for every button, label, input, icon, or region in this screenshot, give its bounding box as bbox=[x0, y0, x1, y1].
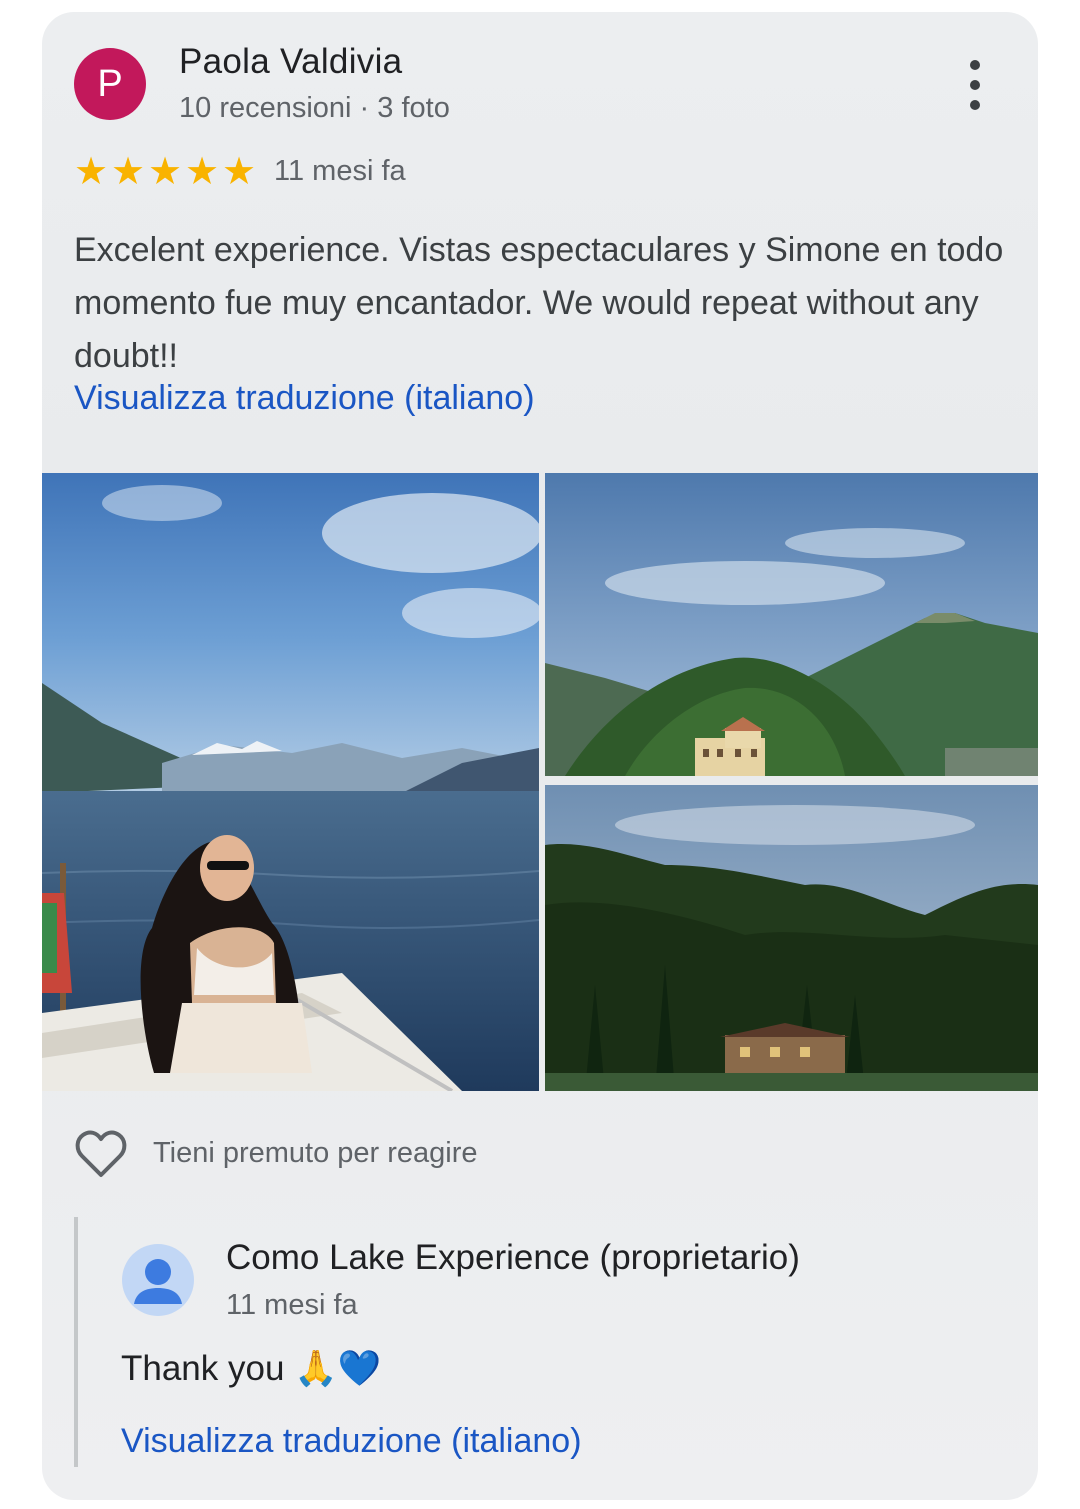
translate-reply-link[interactable]: Visualizza traduzione (italiano) bbox=[121, 1422, 582, 1461]
react-hint[interactable]: Tieni premuto per reagire bbox=[153, 1137, 478, 1170]
review-time: 11 mesi fa bbox=[274, 155, 406, 187]
star-icon: ★ bbox=[222, 151, 257, 193]
reviewer-avatar-letter: P bbox=[97, 62, 123, 105]
star-icon: ★ bbox=[148, 151, 183, 193]
star-rating: ★ ★ ★ ★ ★ bbox=[74, 152, 259, 192]
reviewer-name[interactable]: Paola Valdivia bbox=[179, 42, 402, 82]
review-text: Excelent experience. Vistas espectacular… bbox=[74, 231, 1004, 375]
photo-grid bbox=[42, 473, 1038, 1091]
review-photo-forest[interactable] bbox=[545, 785, 1038, 1091]
review-photo-villa[interactable] bbox=[545, 473, 1038, 776]
owner-avatar[interactable] bbox=[122, 1244, 194, 1316]
reply-divider bbox=[74, 1217, 78, 1467]
star-icon: ★ bbox=[74, 151, 109, 193]
person-icon bbox=[134, 1259, 182, 1304]
reviewer-avatar[interactable]: P bbox=[74, 48, 146, 120]
star-icon: ★ bbox=[111, 151, 146, 193]
review-card: P Paola Valdivia 10 recensioni · 3 foto … bbox=[42, 12, 1038, 1500]
reviewer-meta: 10 recensioni · 3 foto bbox=[179, 92, 450, 124]
more-options-icon[interactable] bbox=[960, 60, 990, 110]
owner-reply-time: 11 mesi fa bbox=[226, 1289, 358, 1321]
owner-name: Como Lake Experience (proprietario) bbox=[226, 1238, 800, 1277]
owner-reply-text: Thank you 🙏💙 bbox=[121, 1349, 382, 1388]
star-icon: ★ bbox=[185, 151, 220, 193]
review-photo-boat[interactable] bbox=[42, 473, 539, 1091]
translate-review-link[interactable]: Visualizza traduzione (italiano) bbox=[74, 379, 535, 418]
heart-outline-icon[interactable] bbox=[74, 1129, 128, 1179]
